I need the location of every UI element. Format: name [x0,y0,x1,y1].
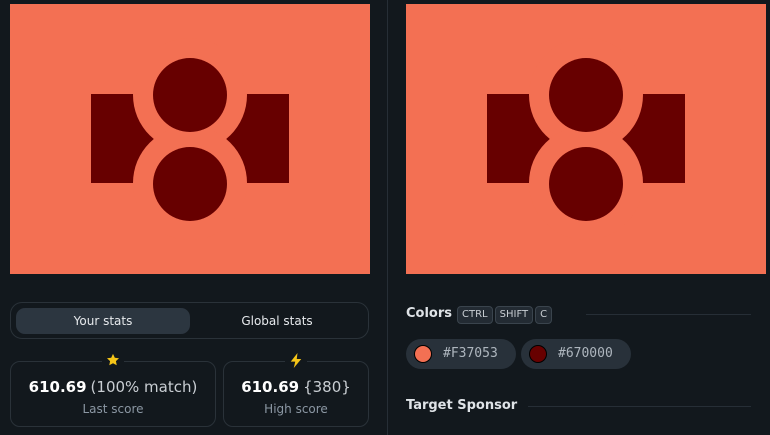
colors-section-header: Colors CTRL SHIFT C [406,304,751,324]
high-score-card: 610.69 {380} High score [223,353,369,427]
color-hex: #670000 [558,346,613,361]
kbd-shift: SHIFT [494,306,534,324]
target-shape [406,4,766,274]
kbd-ctrl: CTRL [457,306,493,324]
color-dot [529,345,547,363]
high-score-chars: {380} [303,378,351,396]
output-pane: Your stats Global stats 610.69 (100% matc… [0,0,387,435]
last-score-match: (100% match) [90,378,198,396]
bottom-circle [153,147,227,221]
target-pane: Colors CTRL SHIFT C #F37053 #670000 Target… [388,0,770,435]
stats-toggle: Your stats Global stats [10,302,369,339]
high-score-label: High score [264,402,328,416]
color-dot [414,345,432,363]
target-canvas [406,4,766,274]
tab-global-stats[interactable]: Global stats [189,308,365,334]
color-swatch-2[interactable]: #670000 [521,339,631,369]
tab-your-stats[interactable]: Your stats [16,308,190,334]
star-icon [102,353,124,371]
last-score-line: 610.69 (100% match) [11,378,215,396]
colors-title: Colors [406,306,453,321]
sponsor-title: Target Sponsor [406,398,518,413]
output-shape [10,4,370,274]
high-score-line: 610.69 {380} [224,378,368,396]
last-score-card: 610.69 (100% match) Last score [10,353,216,427]
top-circle [153,58,227,132]
color-hex: #F37053 [443,346,498,361]
top-circle [549,58,623,132]
high-score-value: 610.69 [241,378,300,396]
bottom-circle [549,147,623,221]
sponsor-divider [528,406,751,407]
last-score-label: Last score [82,402,144,416]
output-canvas [10,4,370,274]
copy-shortcut: CTRL SHIFT C [457,306,554,324]
colors-divider [586,314,751,315]
color-swatch-1[interactable]: #F37053 [406,339,516,369]
last-score-value: 610.69 [28,378,87,396]
kbd-c: C [535,306,553,324]
sponsor-section-header: Target Sponsor [406,396,751,416]
lightning-icon [285,353,307,371]
